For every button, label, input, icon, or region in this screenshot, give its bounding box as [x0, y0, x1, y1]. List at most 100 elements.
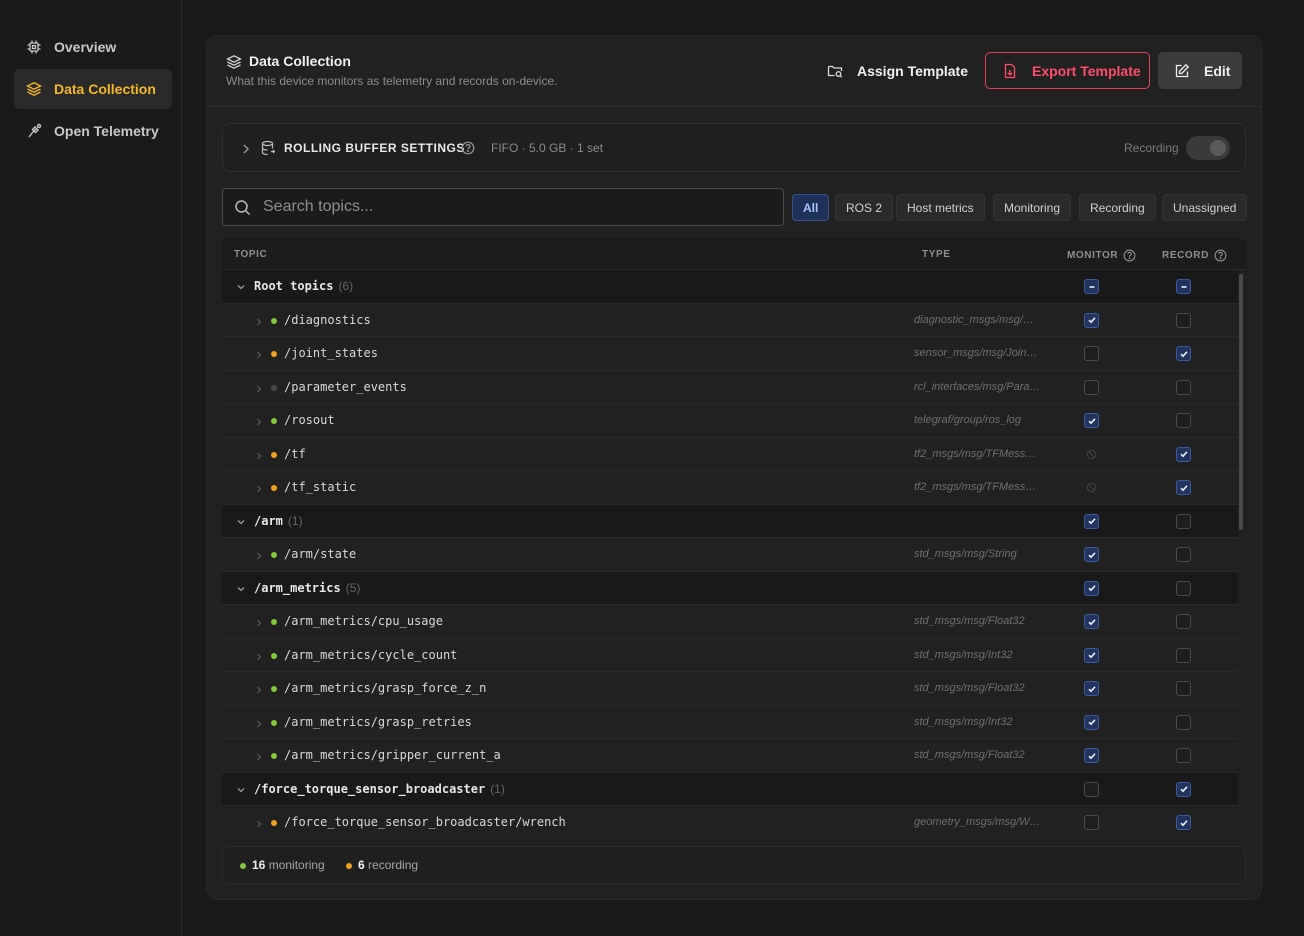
topic-name: /arm_metrics/gripper_current_a	[284, 748, 501, 762]
col-monitor: MONITOR	[1067, 249, 1136, 262]
record-checkbox[interactable]	[1176, 346, 1191, 361]
file-export-icon	[1004, 63, 1016, 78]
topic-group-row[interactable]: /arm (1)	[222, 504, 1238, 538]
monitor-checkbox[interactable]	[1084, 580, 1099, 596]
record-checkbox[interactable]	[1176, 580, 1191, 596]
monitor-checkbox[interactable]	[1084, 614, 1099, 629]
search-input[interactable]	[263, 189, 773, 225]
topic-row[interactable]: /force_torque_sensor_broadcaster/wrench g…	[222, 806, 1238, 830]
record-checkbox[interactable]	[1176, 279, 1191, 294]
record-checkbox[interactable]	[1176, 513, 1191, 529]
topic-row[interactable]: /arm_metrics/grasp_retries std_msgs/msg/I…	[222, 706, 1238, 739]
chevron-down-icon[interactable]	[236, 583, 246, 597]
monitor-checkbox[interactable]	[1084, 413, 1099, 428]
monitor-checkbox[interactable]	[1084, 513, 1099, 529]
sidebar-item-overview[interactable]: Overview	[14, 27, 172, 67]
topic-row[interactable]: /arm_metrics/grasp_force_z_n std_msgs/msg…	[222, 672, 1238, 706]
chevron-down-icon[interactable]	[236, 516, 246, 530]
monitor-checkbox[interactable]	[1084, 346, 1099, 361]
chevron-down-icon[interactable]	[236, 784, 246, 798]
group-label: /arm	[254, 513, 283, 528]
monitor-checkbox[interactable]	[1084, 279, 1099, 294]
record-checkbox[interactable]	[1176, 748, 1191, 763]
chevron-right-icon[interactable]	[255, 651, 263, 665]
export-template-button[interactable]: Export Template	[985, 52, 1150, 89]
record-checkbox[interactable]	[1176, 681, 1191, 696]
chevron-right-icon[interactable]	[255, 349, 263, 363]
topic-type: rcl_interfaces/msg/Para…	[914, 380, 1041, 393]
filter-unassigned[interactable]: Unassigned	[1162, 194, 1248, 221]
monitor-checkbox[interactable]	[1084, 748, 1099, 763]
chevron-right-icon[interactable]	[255, 416, 263, 430]
chevron-right-icon[interactable]	[255, 316, 263, 330]
monitor-checkbox[interactable]	[1084, 312, 1099, 328]
status-dot	[271, 451, 277, 458]
topic-row[interactable]: /parameter_events rcl_interfaces/msg/Para…	[222, 371, 1238, 404]
topic-row[interactable]: /arm_metrics/gripper_current_a std_msgs/m…	[222, 739, 1238, 773]
topic-row[interactable]: /tf_static tf2_msgs/msg/TFMess…	[222, 471, 1238, 505]
filter-ros2[interactable]: ROS 2	[835, 194, 894, 221]
group-count: (6)	[338, 279, 354, 293]
chevron-right-icon[interactable]	[255, 818, 263, 830]
chevron-right-icon[interactable]	[255, 483, 263, 497]
chevron-right-icon[interactable]	[255, 550, 263, 564]
monitoring-dot	[240, 863, 246, 869]
record-checkbox[interactable]	[1176, 781, 1191, 797]
topic-row[interactable]: /arm_metrics/cpu_usage std_msgs/msg/Float…	[222, 605, 1238, 639]
chevron-right-icon[interactable]	[255, 718, 263, 732]
topic-row[interactable]: /arm/state std_msgs/msg/String	[222, 538, 1238, 572]
record-checkbox[interactable]	[1176, 312, 1191, 328]
chevron-right-icon[interactable]	[255, 684, 263, 698]
monitor-checkbox[interactable]	[1084, 681, 1099, 696]
topic-row[interactable]: /joint_states sensor_msgs/msg/Join…	[222, 337, 1238, 371]
topic-group-row[interactable]: /force_torque_sensor_broadcaster (1)	[222, 772, 1238, 806]
record-checkbox[interactable]	[1176, 480, 1191, 495]
monitor-checkbox[interactable]	[1084, 547, 1099, 562]
monitor-checkbox[interactable]	[1084, 781, 1099, 797]
chevron-right-icon[interactable]	[255, 450, 263, 464]
chevron-right-icon[interactable]	[255, 751, 263, 765]
record-checkbox[interactable]	[1176, 413, 1191, 428]
topic-row[interactable]: /rosout telegraf/group/ros_log	[222, 404, 1238, 438]
monitor-checkbox[interactable]	[1084, 714, 1099, 730]
chevron-right-icon[interactable]	[255, 617, 263, 631]
topic-group-row[interactable]: Root topics (6)	[222, 270, 1238, 304]
rolling-buffer-settings[interactable]: ROLLING BUFFER SETTINGS FIFO · 5.0 GB · …	[222, 123, 1246, 172]
chevron-down-icon[interactable]	[236, 281, 246, 295]
help-circle-icon[interactable]	[1123, 249, 1136, 262]
sidebar-item-data-collection[interactable]: Data Collection	[14, 69, 172, 109]
monitor-checkbox[interactable]	[1084, 815, 1099, 830]
filter-host-metrics[interactable]: Host metrics	[896, 194, 985, 221]
edit-button[interactable]: Edit	[1158, 52, 1242, 89]
recording-toggle[interactable]	[1186, 136, 1230, 160]
table-scrollbar[interactable]	[1239, 274, 1243, 530]
sidebar-item-open-telemetry[interactable]: Open Telemetry	[14, 111, 172, 151]
topic-group-row[interactable]: /arm_metrics (5)	[222, 571, 1238, 605]
group-count: (5)	[345, 580, 361, 595]
database-icon	[261, 140, 276, 161]
col-record: RECORD	[1162, 249, 1227, 262]
chevron-right-icon[interactable]	[241, 142, 251, 160]
filter-all[interactable]: All	[792, 194, 830, 221]
help-circle-icon[interactable]	[1214, 249, 1227, 262]
record-checkbox[interactable]	[1176, 547, 1191, 562]
recording-label: Recording	[1124, 141, 1179, 155]
record-checkbox[interactable]	[1176, 614, 1191, 629]
chevron-right-icon[interactable]	[255, 383, 263, 397]
record-checkbox[interactable]	[1176, 446, 1191, 462]
topic-type: diagnostic_msgs/msg/…	[914, 313, 1034, 326]
filter-monitoring[interactable]: Monitoring	[993, 194, 1072, 221]
record-checkbox[interactable]	[1176, 815, 1191, 830]
monitor-checkbox[interactable]	[1084, 647, 1099, 663]
recording-count: 6	[358, 858, 365, 872]
monitor-checkbox[interactable]	[1084, 379, 1099, 395]
record-checkbox[interactable]	[1176, 647, 1191, 663]
topic-row[interactable]: /arm_metrics/cycle_count std_msgs/msg/Int…	[222, 639, 1238, 672]
record-checkbox[interactable]	[1176, 714, 1191, 730]
record-checkbox[interactable]	[1176, 379, 1191, 395]
topic-row[interactable]: /tf tf2_msgs/msg/TFMess…	[222, 438, 1238, 471]
topic-row[interactable]: /diagnostics diagnostic_msgs/msg/…	[222, 304, 1238, 337]
help-circle-icon[interactable]	[461, 141, 475, 160]
filter-recording[interactable]: Recording	[1079, 194, 1156, 221]
assign-template-button[interactable]: Assign Template	[825, 52, 975, 89]
